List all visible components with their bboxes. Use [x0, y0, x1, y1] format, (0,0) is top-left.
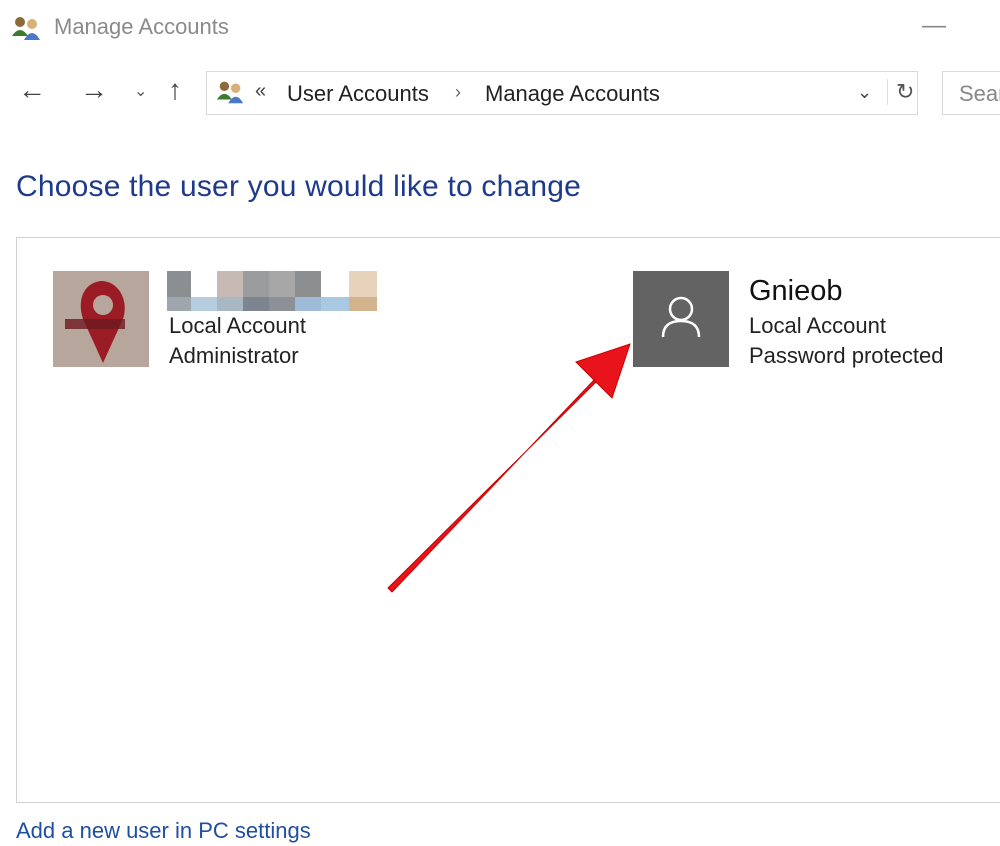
overflow-chevron-icon[interactable]: «: [255, 80, 266, 103]
window-title: Manage Accounts: [54, 14, 229, 39]
account-role: Administrator: [169, 343, 299, 368]
breadcrumb-separator-icon[interactable]: ›: [455, 82, 461, 103]
photo-avatar: [53, 271, 149, 367]
add-new-user-link[interactable]: Add a new user in PC settings: [16, 818, 311, 844]
address-dropdown-button[interactable]: ⌄: [857, 82, 872, 103]
account-tile-gnieob[interactable]: Gnieob Local Account Password protected: [633, 271, 1000, 371]
account-name: Gnieob: [749, 275, 843, 307]
default-user-icon: [633, 271, 729, 367]
search-placeholder: Sear: [959, 81, 1000, 106]
users-icon: [216, 81, 244, 104]
title-bar: Manage Accounts —: [0, 0, 1000, 56]
breadcrumb-user-accounts[interactable]: User Accounts: [287, 81, 429, 107]
search-input[interactable]: Sear: [942, 71, 1000, 115]
address-bar[interactable]: « User Accounts › Manage Accounts ⌄ ↻: [206, 71, 918, 115]
navigation-bar: ← → ⌄ ↑ « User Accounts › Manage Account…: [0, 66, 1000, 118]
account-type: Local Account: [749, 313, 886, 338]
page-title: Choose the user you would like to change: [16, 170, 582, 203]
accounts-list: Local Account Administrator Gnieob Local…: [16, 237, 1000, 803]
forward-button[interactable]: →: [80, 76, 108, 104]
account-tile-administrator[interactable]: Local Account Administrator: [53, 271, 433, 371]
users-icon: [12, 17, 40, 40]
account-type: Local Account: [169, 313, 306, 338]
refresh-button[interactable]: ↻: [887, 79, 914, 105]
back-button[interactable]: ←: [18, 76, 46, 104]
account-protection-status: Password protected: [749, 343, 944, 368]
up-button[interactable]: ↑: [168, 76, 182, 104]
minimize-button[interactable]: —: [922, 12, 946, 40]
photo-avatar-graphic: [53, 271, 149, 367]
breadcrumb-manage-accounts[interactable]: Manage Accounts: [485, 81, 660, 107]
redacted-account-name: [167, 271, 377, 311]
recent-locations-button[interactable]: ⌄: [134, 78, 147, 106]
